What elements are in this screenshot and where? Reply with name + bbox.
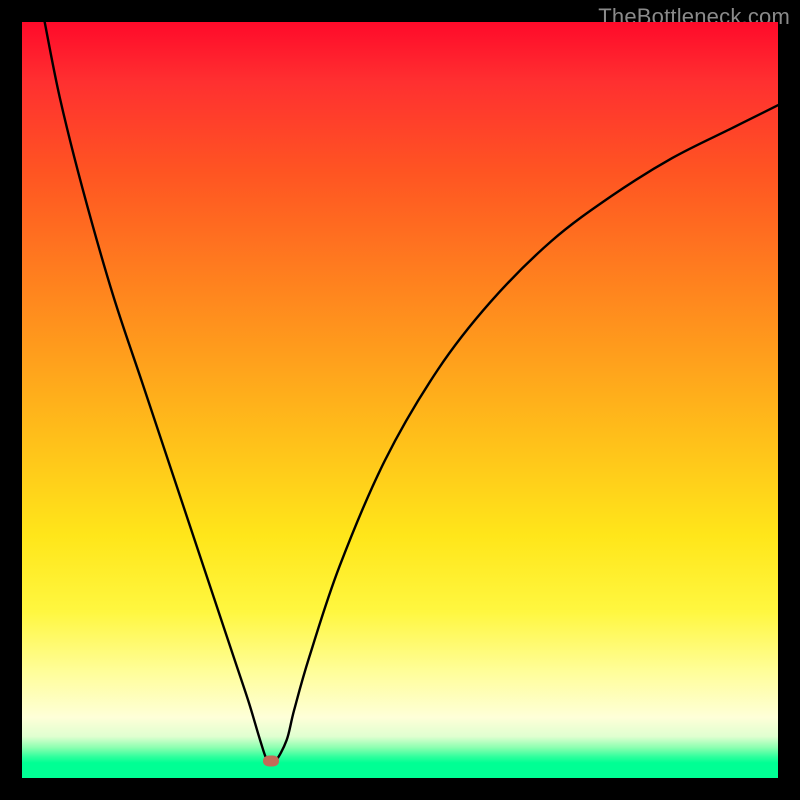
minimum-marker [263, 756, 279, 767]
bottleneck-curve [22, 22, 778, 778]
chart-stage: TheBottleneck.com [0, 0, 800, 800]
plot-area [22, 22, 778, 778]
